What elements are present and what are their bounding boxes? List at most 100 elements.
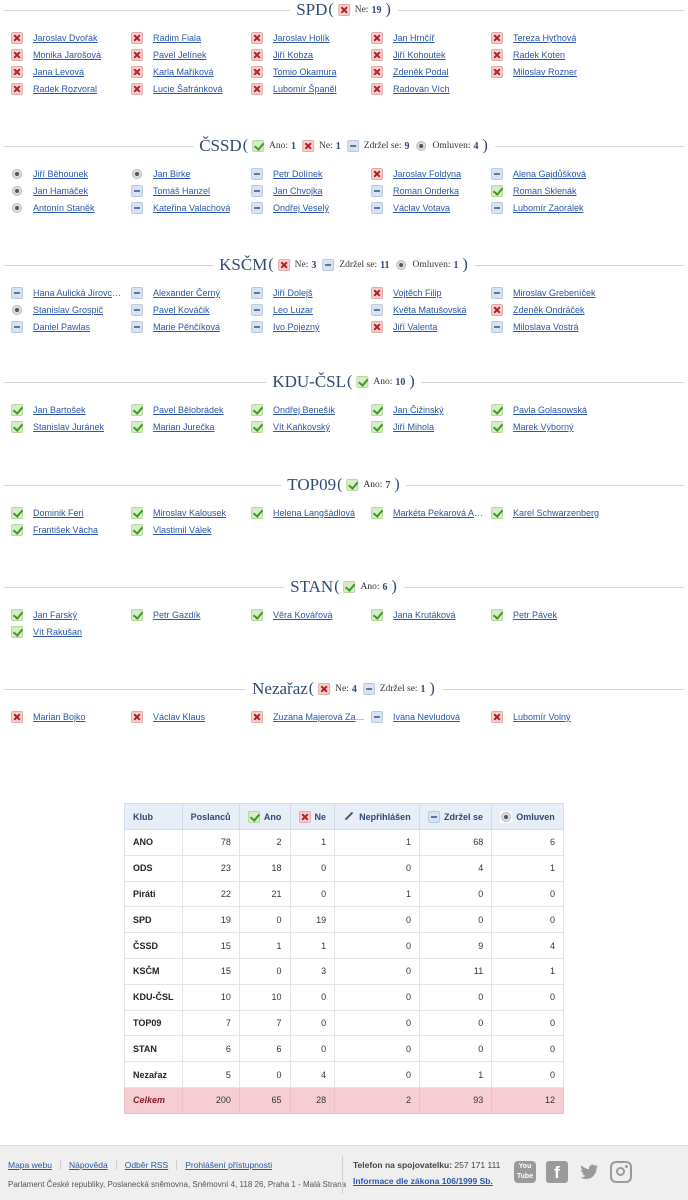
member-link[interactable]: Roman Sklenák [513,186,577,196]
member-link[interactable]: Jaroslav Foldyna [393,169,461,179]
member-link[interactable]: Monika Jarošová [33,50,101,60]
member-link[interactable]: Václav Klaus [153,712,205,722]
member-link[interactable]: Marian Bojko [33,712,86,722]
member-link[interactable]: Alena Gajdůšková [513,169,586,179]
member-link[interactable]: Ondřej Veselý [273,203,329,213]
member-link[interactable]: Jan Hamáček [33,186,88,196]
member-link[interactable]: Vlastimil Válek [153,525,212,535]
member-link[interactable]: Ivana Nevludová [393,712,460,722]
value-cell: 3 [289,957,336,985]
member-link[interactable]: Miloslava Vostrá [513,322,579,332]
facebook-icon[interactable]: f [546,1161,568,1183]
member-link[interactable]: Pavel Jelínek [153,50,207,60]
member-link[interactable]: Stanislav Grospič [33,305,103,315]
member-link[interactable]: Daniel Pawlas [33,322,90,332]
member-link[interactable]: Markéta Pekarová Adamová [393,508,485,518]
member-link[interactable]: Zdeněk Ondráček [513,305,585,315]
member-link[interactable]: Tomio Okamura [273,67,337,77]
member-link[interactable]: Květa Matušovská [393,305,467,315]
member-link[interactable]: Václav Votava [393,203,450,213]
member-link[interactable]: Vojtěch Filip [393,288,442,298]
member-link[interactable]: Marek Výborný [513,422,574,432]
member-link[interactable]: Radim Fiala [153,33,201,43]
footer-link[interactable]: Nápověda [59,1160,116,1170]
member-link[interactable]: Jiří Kohoutek [393,50,446,60]
footer-link[interactable]: Odběr RSS [115,1160,176,1170]
member-link[interactable]: Antonín Staněk [33,203,95,213]
member-link[interactable]: Lucie Šafránková [153,84,223,94]
member-link[interactable]: Vít Kaňkovský [273,422,330,432]
member-link[interactable]: Jan Čižinský [393,405,444,415]
member-link[interactable]: Karla Maříková [153,67,214,77]
member-link[interactable]: Pavel Bělobrádek [153,405,224,415]
member-link[interactable]: Jiří Valenta [393,322,437,332]
member-link[interactable]: Radovan Vích [393,84,450,94]
value-cell: 0 [289,1035,336,1063]
member-link[interactable]: Jan Farský [33,610,77,620]
member-link[interactable]: Jiří Mihola [393,422,434,432]
minus-icon [491,287,503,299]
member-link[interactable]: Radek Rozvoral [33,84,97,94]
member-link[interactable]: Roman Onderka [393,186,459,196]
member-link[interactable]: Lubomír Španěl [273,84,337,94]
member-link[interactable]: Zuzana Majerová Zahradníková [273,712,365,722]
member-item: Pavla Golasowská [491,402,611,418]
member-link[interactable]: Jan Hrnčíř [393,33,435,43]
member-link[interactable]: Miroslav Kalousek [153,508,226,518]
member-link[interactable]: Jaroslav Holík [273,33,330,43]
member-link[interactable]: Radek Koten [513,50,565,60]
member-link[interactable]: Lubomír Volný [513,712,571,722]
member-link[interactable]: Jaroslav Dvořák [33,33,98,43]
member-link[interactable]: Marie Pěnčíková [153,322,220,332]
member-link[interactable]: Dominik Feri [33,508,84,518]
footer-link[interactable]: Mapa webu [8,1160,60,1170]
value-cell: 2 [334,1086,420,1114]
member-link[interactable]: Helena Langšádlová [273,508,355,518]
member-link[interactable]: Miloslav Rozner [513,67,577,77]
member-link[interactable]: Jan Bartošek [33,405,86,415]
member-link[interactable]: Petr Gazdík [153,610,201,620]
stat-label: Ano: [269,141,289,151]
member-link[interactable]: Hana Aulická Jírovcová [33,288,125,298]
member-link[interactable]: Stanislav Juránek [33,422,104,432]
member-link[interactable]: Jiří Dolejš [273,288,313,298]
member-link[interactable]: Alexander Černý [153,288,220,298]
member-link[interactable]: Vít Rakušan [33,627,82,637]
member-link[interactable]: Jan Birke [153,169,191,179]
club-name-cell: STAN [124,1035,183,1063]
paren-open: ( [268,256,274,273]
member-link[interactable]: Petr Dolínek [273,169,323,179]
twitter-icon[interactable] [578,1161,600,1183]
footer-link[interactable]: Prohlášení přístupnosti [176,1160,280,1170]
member-link[interactable]: Jiří Kobza [273,50,313,60]
member-link[interactable]: Jan Chvojka [273,186,323,196]
member-link[interactable]: Pavla Golasowská [513,405,587,415]
paren-close: ) [385,1,391,18]
member-link[interactable]: Zdeněk Podal [393,67,449,77]
member-item: Alexander Černý [131,285,251,301]
member-link[interactable]: Karel Schwarzenberg [513,508,599,518]
instagram-icon[interactable] [610,1161,632,1183]
member-link[interactable]: Petr Pávek [513,610,557,620]
value-cell: 0 [334,957,420,985]
minus-icon [131,202,143,214]
member-link[interactable]: Lubomír Zaorálek [513,203,584,213]
member-link[interactable]: Ondřej Benešík [273,405,335,415]
member-link[interactable]: Marian Jurečka [153,422,215,432]
summary-header-cell: Ne [289,803,336,830]
member-link[interactable]: Kateřina Valachová [153,203,230,213]
youtube-icon[interactable]: You Tube [514,1161,536,1183]
member-link[interactable]: Jana Levová [33,67,84,77]
member-link[interactable]: Miroslav Grebeníček [513,288,596,298]
member-link[interactable]: Leo Luzar [273,305,313,315]
member-link[interactable]: Tereza Hyťhová [513,33,576,43]
member-link[interactable]: Jiří Běhounek [33,169,88,179]
member-link[interactable]: Věra Kovářová [273,610,333,620]
member-link[interactable]: Tomáš Hanzel [153,186,210,196]
member-link[interactable]: Ivo Pojezný [273,322,320,332]
member-link[interactable]: Pavel Kováčik [153,305,210,315]
member-link[interactable]: František Vácha [33,525,98,535]
law-info-link[interactable]: Informace dle zákona 106/1999 Sb. [353,1176,493,1186]
member-item: Radek Koten [491,47,611,63]
member-link[interactable]: Jana Krutáková [393,610,456,620]
